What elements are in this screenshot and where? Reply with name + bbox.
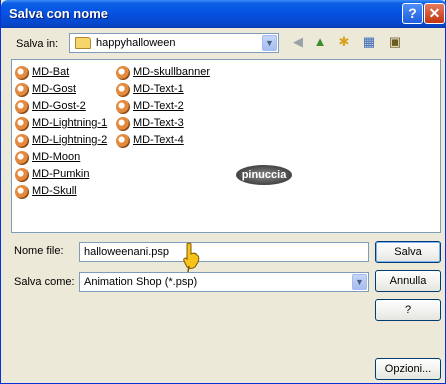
file-list[interactable]: MD-Bat MD-Gost MD-Gost-2 MD-Lightning-1 … (11, 59, 441, 233)
file-icon (15, 151, 29, 165)
file-icon (15, 100, 29, 114)
save-in-label: Salva in: (16, 38, 59, 50)
watermark-logo: pinuccia (236, 165, 292, 185)
save-dialog: Salva con nome ? ✕ Salva in: happyhallow… (0, 0, 446, 384)
file-icon (116, 134, 130, 148)
file-icon (15, 168, 29, 182)
options-button[interactable]: Opzioni... (375, 358, 441, 380)
file-icon (116, 83, 130, 97)
help-button[interactable]: ? (375, 299, 441, 321)
save-button[interactable]: Salva (375, 241, 441, 263)
filename-field[interactable]: halloweenani.psp (79, 242, 369, 262)
folder-up-icon[interactable]: ▲ (310, 33, 330, 51)
file-icon (116, 100, 130, 114)
new-folder-icon[interactable]: ✱ (334, 33, 354, 51)
title-bar: Salva con nome ? ✕ (1, 0, 446, 28)
pointer-hand-icon (183, 242, 200, 272)
file-icon (15, 117, 29, 131)
cancel-button[interactable]: Annulla (375, 270, 441, 292)
filetype-value: Animation Shop (*.psp) (84, 276, 198, 288)
chevron-down-icon[interactable]: ▼ (262, 35, 277, 51)
file-icon (15, 83, 29, 97)
file-icon (116, 117, 130, 131)
file-icon (15, 185, 29, 199)
filename-label: Nome file: (14, 245, 64, 257)
filetype-label: Salva come: (14, 276, 75, 288)
back-arrow-icon[interactable]: ◀ (288, 33, 308, 51)
tools-icon[interactable]: ▣ (385, 33, 405, 51)
filetype-combo[interactable]: Animation Shop (*.psp) ▼ (79, 272, 369, 292)
dialog-title: Salva con nome (9, 6, 108, 21)
close-button[interactable]: ✕ (424, 3, 445, 24)
file-icon (15, 134, 29, 148)
file-icon (15, 66, 29, 80)
help-title-button[interactable]: ? (402, 3, 423, 24)
save-in-combo[interactable]: happyhalloween ▼ (69, 33, 279, 53)
folder-icon (75, 37, 91, 49)
file-icon (116, 66, 130, 80)
view-menu-icon[interactable]: ▦ (359, 33, 379, 51)
save-in-value: happyhalloween (96, 37, 176, 49)
chevron-down-icon[interactable]: ▼ (352, 274, 367, 290)
